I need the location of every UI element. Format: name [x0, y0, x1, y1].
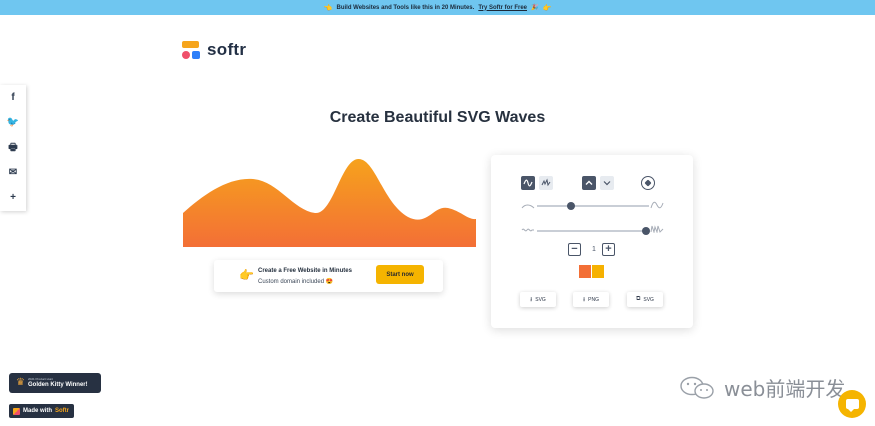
cta-title: Create a Free Website in Minutes [258, 268, 352, 274]
complexity-slider-thumb[interactable] [641, 227, 650, 235]
arrow-down-icon[interactable] [600, 176, 614, 190]
amplitude-slider[interactable] [537, 205, 649, 207]
cta-subtitle: Custom domain included 😍 [258, 279, 334, 285]
layers-count: 1 [592, 246, 596, 253]
wechat-watermark: web前端开发 [678, 373, 845, 402]
print-icon[interactable]: 🖶 [8, 142, 17, 153]
chat-support-button[interactable] [838, 390, 866, 418]
copy-icon: ⧉ [636, 296, 641, 302]
complexity-slider[interactable] [537, 230, 649, 232]
softr-logo-icon [182, 40, 201, 60]
made-with-text: Made with [23, 408, 53, 414]
softr-mini-logo-icon [13, 407, 20, 415]
peaked-wave-icon[interactable] [539, 176, 553, 190]
dice-icon[interactable] [641, 176, 655, 190]
amplitude-slider-thumb[interactable] [566, 202, 575, 210]
free-website-card: 👉 Create a Free Website in Minutes Custo… [214, 260, 443, 292]
high-amplitude-icon [650, 201, 664, 209]
chat-bubble-icon [845, 399, 859, 412]
trophy-icon: ♛ [16, 377, 25, 388]
color-swatch-orange[interactable] [579, 265, 591, 278]
badge-small-text: 2021 Product Hunt [28, 377, 54, 381]
more-share-icon[interactable]: + [10, 193, 16, 203]
email-icon[interactable]: ✉ [9, 168, 17, 178]
pointing-left-emoji: 👈 [323, 4, 333, 12]
wechat-icon [680, 376, 714, 399]
made-with-softr-badge[interactable]: Made with Softr [9, 404, 74, 418]
start-now-button[interactable]: Start now [376, 265, 424, 284]
smooth-wave-icon[interactable] [521, 176, 535, 190]
badge-big-text: Golden Kitty Winner! [28, 382, 88, 388]
pointing-right-emoji: 👉 [542, 4, 552, 12]
download-icon: ⭳ [583, 296, 586, 303]
download-icon: ⭳ [530, 296, 533, 303]
softr-logo[interactable]: softr [182, 40, 246, 60]
layers-decrement-button[interactable]: − [568, 243, 581, 256]
pointing-hand-icon: 👉 [239, 268, 254, 282]
share-sidebar: f 🐦 🖶 ✉ + [0, 85, 26, 211]
logo-text: softr [207, 40, 247, 59]
arrow-up-icon[interactable] [582, 176, 596, 190]
try-softr-link[interactable]: Try Softr for Free [478, 5, 527, 11]
low-complexity-icon [521, 228, 534, 232]
page-title: Create Beautiful SVG Waves [329, 109, 546, 126]
wave-preview [183, 158, 476, 247]
color-swatch-yellow[interactable] [592, 265, 604, 278]
copy-svg-button[interactable]: ⧉ SVG [627, 292, 663, 307]
party-emoji: 🎉 [531, 5, 539, 11]
download-png-button[interactable]: ⭳ PNG [573, 292, 609, 307]
softr-brand-text: Softr [55, 408, 70, 414]
facebook-icon[interactable]: f [11, 92, 14, 103]
watermark-text: web前端开发 [724, 377, 846, 401]
high-complexity-icon [650, 225, 664, 233]
promo-banner: 👈 Build Websites and Tools like this in … [0, 0, 875, 15]
banner-text: Build Websites and Tools like this in 20… [336, 4, 475, 11]
wave-controls-panel: − 1 + ⭳ SVG ⭳ PNG ⧉ SVG [491, 155, 693, 328]
golden-kitty-badge[interactable]: ♛ 2021 Product Hunt Golden Kitty Winner! [9, 373, 101, 393]
low-amplitude-icon [521, 204, 535, 209]
download-svg-button[interactable]: ⭳ SVG [520, 292, 556, 307]
layers-increment-button[interactable]: + [602, 243, 615, 256]
